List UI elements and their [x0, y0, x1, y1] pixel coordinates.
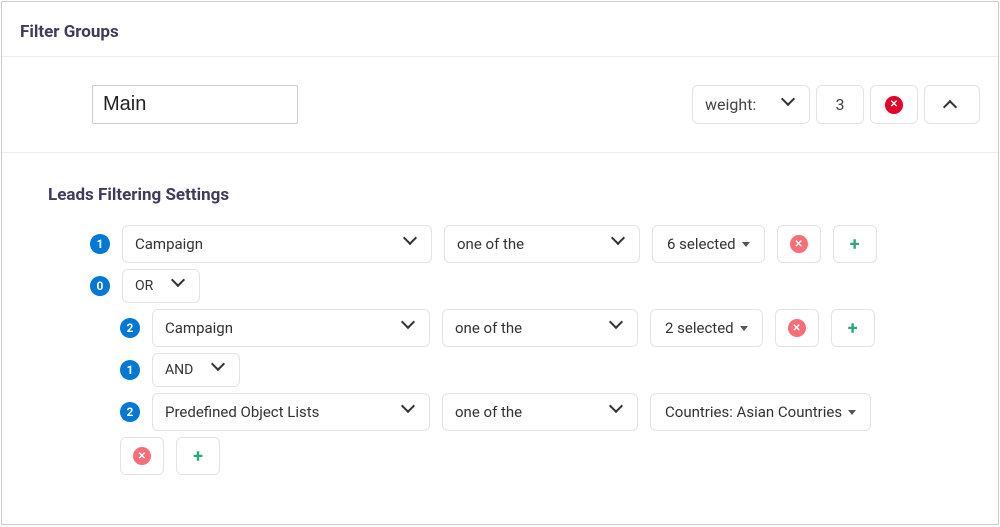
weight-value: 3 [836, 95, 845, 114]
row-badge: 0 [90, 276, 110, 296]
operator-label: one of the [457, 235, 524, 253]
filter-row: 2 Campaign one of the 2 selected ✕ + [2, 309, 958, 347]
close-icon: ✕ [885, 96, 903, 114]
logic-label: OR [135, 278, 153, 294]
row-badge: 2 [120, 318, 140, 338]
chevron-down-icon [403, 405, 417, 419]
chevron-down-icon [213, 363, 227, 377]
chevron-down-icon [611, 321, 625, 335]
value-dropdown[interactable]: 6 selected [652, 225, 765, 263]
field-label: Campaign [165, 319, 233, 337]
delete-group-button[interactable]: ✕ [870, 85, 918, 124]
plus-icon: + [848, 318, 858, 339]
field-dropdown[interactable]: Campaign [122, 225, 432, 263]
row-badge: 2 [120, 402, 140, 422]
remove-row-button[interactable]: ✕ [775, 309, 819, 347]
add-row-button[interactable]: + [831, 309, 875, 347]
group-config-row: weight: 3 ✕ [2, 57, 998, 153]
chevron-down-icon [783, 98, 797, 112]
operator-dropdown[interactable]: one of the [444, 225, 640, 263]
collapse-button[interactable] [924, 85, 980, 124]
weight-label: weight: [705, 95, 756, 114]
remove-row-button[interactable]: ✕ [777, 225, 821, 263]
filter-groups-panel: Filter Groups weight: 3 ✕ Leads Filterin… [1, 1, 999, 525]
operator-dropdown[interactable]: one of the [442, 309, 638, 347]
close-icon: ✕ [133, 447, 151, 465]
value-dropdown[interactable]: 2 selected [650, 309, 763, 347]
remove-row-button[interactable]: ✕ [120, 437, 164, 475]
weight-value-input[interactable]: 3 [816, 85, 864, 124]
value-dropdown[interactable]: Countries: Asian Countries [650, 393, 871, 431]
chevron-down-icon [403, 321, 417, 335]
filter-row: 2 Predefined Object Lists one of the Cou… [2, 393, 958, 431]
chevron-down-icon [405, 237, 419, 251]
chevron-up-icon [945, 98, 959, 112]
operator-label: one of the [455, 319, 522, 337]
logic-row: 0 OR [2, 269, 958, 303]
caret-down-icon [742, 242, 750, 247]
caret-down-icon [740, 326, 748, 331]
close-icon: ✕ [788, 319, 806, 337]
value-label: 6 selected [667, 235, 736, 253]
close-icon: ✕ [790, 235, 808, 253]
filter-area: 1 Campaign one of the 6 selected ✕ + 0 [2, 225, 998, 475]
logic-label: AND [165, 362, 193, 378]
logic-operator-dropdown[interactable]: OR [122, 269, 200, 303]
chevron-down-icon [613, 237, 627, 251]
value-label: Countries: Asian Countries [665, 403, 842, 421]
field-dropdown[interactable]: Campaign [152, 309, 430, 347]
operator-dropdown[interactable]: one of the [442, 393, 638, 431]
chevron-down-icon [611, 405, 625, 419]
section-title: Leads Filtering Settings [2, 153, 998, 225]
operator-label: one of the [455, 403, 522, 421]
panel-header: Filter Groups [2, 2, 998, 57]
logic-operator-dropdown[interactable]: AND [152, 353, 240, 387]
trailing-actions: ✕ + [2, 437, 958, 475]
group-name-input[interactable] [92, 85, 298, 124]
panel-title: Filter Groups [20, 22, 980, 42]
add-row-button[interactable]: + [833, 225, 877, 263]
weight-dropdown[interactable]: weight: [692, 85, 810, 124]
chevron-down-icon [173, 279, 187, 293]
filter-row: 1 Campaign one of the 6 selected ✕ + [2, 225, 958, 263]
logic-row: 1 AND [2, 353, 958, 387]
plus-icon: + [850, 234, 860, 255]
field-label: Campaign [135, 235, 203, 253]
field-label: Predefined Object Lists [165, 403, 319, 421]
row-badge: 1 [90, 234, 110, 254]
row-badge: 1 [120, 360, 140, 380]
field-dropdown[interactable]: Predefined Object Lists [152, 393, 430, 431]
value-label: 2 selected [665, 319, 734, 337]
caret-down-icon [848, 410, 856, 415]
plus-icon: + [193, 446, 203, 467]
add-row-button[interactable]: + [176, 437, 220, 475]
